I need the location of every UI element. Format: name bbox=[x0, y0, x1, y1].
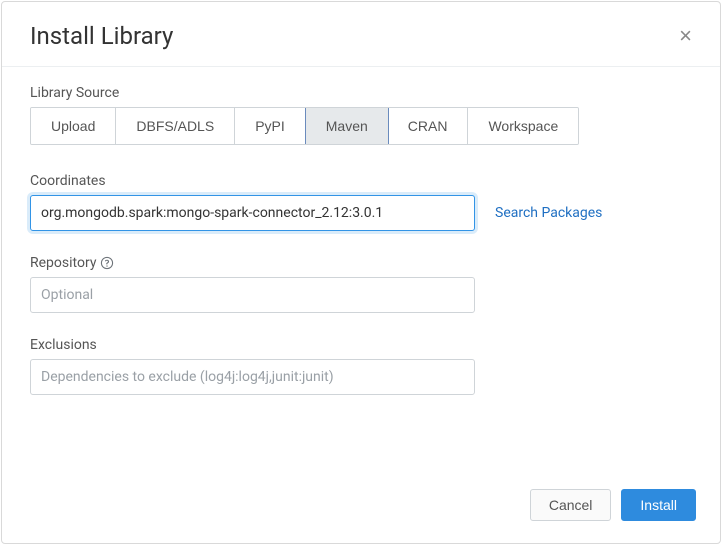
exclusions-section: Exclusions bbox=[30, 337, 692, 395]
dialog-header: Install Library × bbox=[2, 2, 720, 67]
library-source-label: Library Source bbox=[30, 85, 692, 101]
dialog-title: Install Library bbox=[30, 22, 173, 50]
search-packages-link[interactable]: Search Packages bbox=[495, 205, 602, 221]
tab-dbfs-adls[interactable]: DBFS/ADLS bbox=[116, 108, 235, 144]
repository-label-text: Repository bbox=[30, 255, 96, 271]
help-icon[interactable] bbox=[100, 256, 114, 270]
coordinates-input[interactable] bbox=[30, 195, 475, 231]
tab-maven[interactable]: Maven bbox=[305, 107, 389, 145]
repository-input[interactable] bbox=[30, 277, 475, 313]
library-source-tabs: Upload DBFS/ADLS PyPI Maven CRAN Workspa… bbox=[30, 107, 579, 145]
tab-upload[interactable]: Upload bbox=[31, 108, 116, 144]
coordinates-section: Coordinates Search Packages bbox=[30, 173, 692, 231]
install-library-dialog: Install Library × Library Source Upload … bbox=[1, 1, 721, 544]
tab-cran[interactable]: CRAN bbox=[388, 108, 469, 144]
repository-section: Repository bbox=[30, 255, 692, 313]
repository-label: Repository bbox=[30, 255, 692, 271]
exclusions-input[interactable] bbox=[30, 359, 475, 395]
install-button[interactable]: Install bbox=[621, 489, 696, 521]
cancel-button[interactable]: Cancel bbox=[530, 489, 612, 521]
coordinates-line: Search Packages bbox=[30, 195, 692, 231]
coordinates-label: Coordinates bbox=[30, 173, 692, 189]
tab-pypi[interactable]: PyPI bbox=[235, 108, 306, 144]
tab-workspace[interactable]: Workspace bbox=[468, 108, 578, 144]
dialog-footer: Cancel Install bbox=[2, 475, 720, 543]
exclusions-label: Exclusions bbox=[30, 337, 692, 353]
dialog-body: Library Source Upload DBFS/ADLS PyPI Mav… bbox=[2, 67, 720, 475]
library-source-section: Library Source Upload DBFS/ADLS PyPI Mav… bbox=[30, 85, 692, 145]
close-button[interactable]: × bbox=[679, 25, 692, 47]
